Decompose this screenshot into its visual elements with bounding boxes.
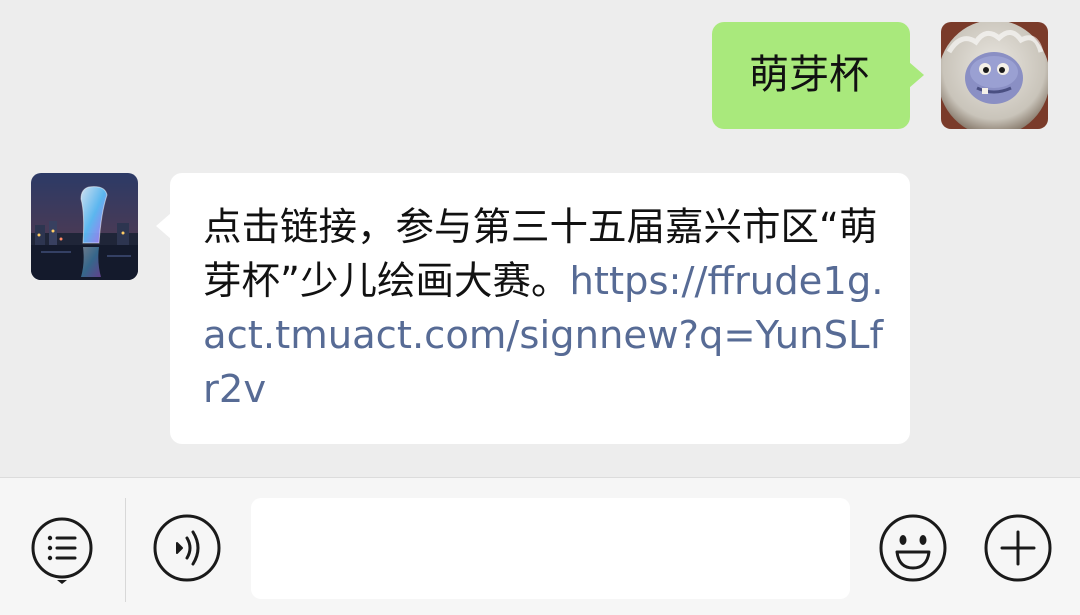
self-avatar[interactable] [941, 22, 1048, 129]
menu-button[interactable] [26, 512, 98, 584]
bubble-tail [909, 62, 924, 88]
self-message-text: 萌芽杯 [749, 52, 869, 98]
menu-list-icon [31, 517, 93, 584]
input-bar [0, 477, 1080, 615]
emoji-icon [879, 514, 947, 582]
message-input[interactable] [251, 498, 850, 599]
plus-icon [984, 514, 1052, 582]
chat-area: 萌芽杯 点击链接，参与第三十五届嘉兴市区“萌芽杯”少儿绘画大赛。https://… [0, 0, 1080, 477]
more-button[interactable] [982, 512, 1054, 584]
input-bar-divider [125, 498, 126, 602]
voice-icon [153, 514, 221, 582]
self-message-bubble[interactable]: 萌芽杯 [712, 22, 924, 129]
emoji-button[interactable] [877, 512, 949, 584]
contact-message-bubble[interactable]: 点击链接，参与第三十五届嘉兴市区“萌芽杯”少儿绘画大赛。https://ffru… [156, 173, 910, 444]
contact-avatar[interactable] [31, 173, 138, 280]
voice-button[interactable] [151, 512, 223, 584]
bubble-tail [156, 213, 171, 239]
